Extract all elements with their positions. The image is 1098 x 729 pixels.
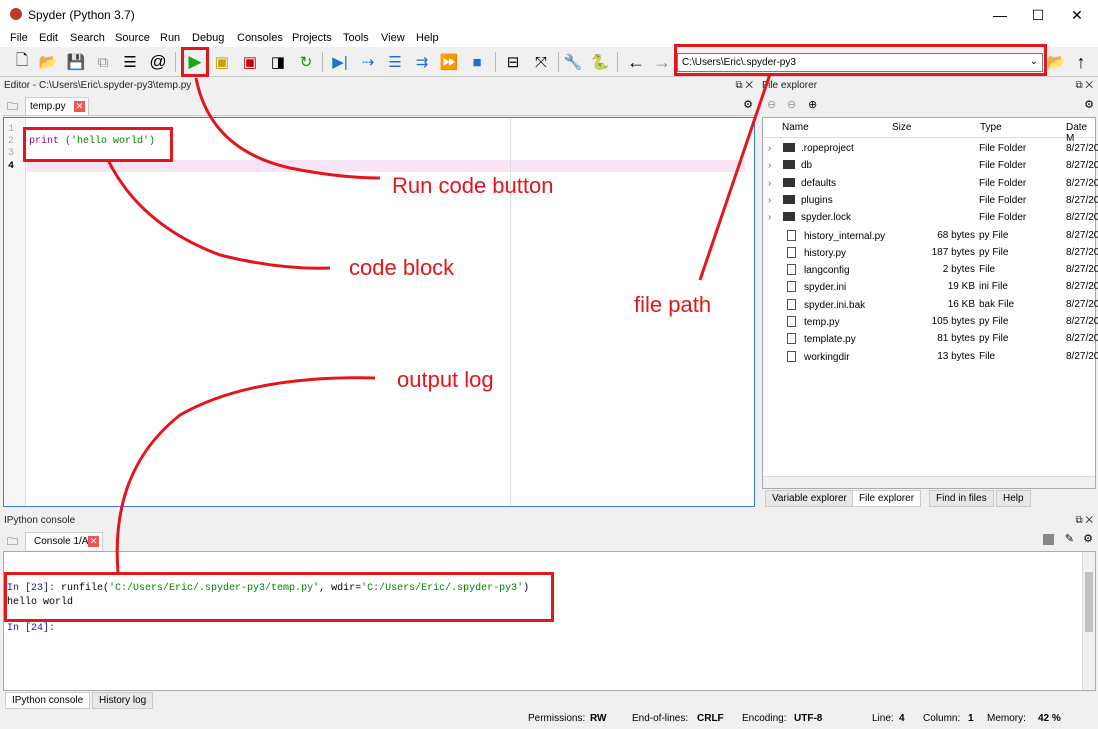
annotation-lines [106, 73, 772, 573]
annotation-file-path: file path [634, 292, 712, 317]
annotation-output-log: output log [397, 367, 494, 392]
annotation-run-code-button: Run code button [392, 173, 554, 198]
annotation-code-block: code block [349, 255, 455, 280]
